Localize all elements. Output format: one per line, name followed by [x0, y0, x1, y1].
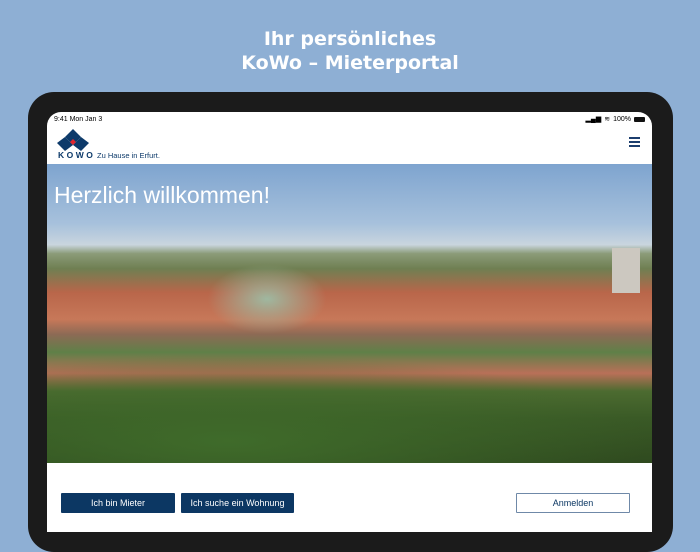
- signal-icon: ▂▄▆: [585, 116, 602, 123]
- login-button[interactable]: Anmelden: [516, 493, 630, 513]
- hamburger-icon[interactable]: [629, 137, 640, 149]
- wifi-icon: ≋: [604, 116, 611, 123]
- battery-text: 100%: [613, 115, 631, 123]
- hero-image: Herzlich willkommen!: [47, 164, 652, 463]
- battery-icon: [634, 116, 645, 122]
- promo-line-1: Ihr persönliches: [263, 28, 437, 50]
- promo-line-2: KoWo – Mieterportal: [241, 52, 459, 74]
- brand-name: KOWO: [58, 150, 96, 160]
- status-date: Mon Jan 3: [69, 115, 103, 123]
- status-time: 9:41: [54, 115, 68, 123]
- search-apartment-button[interactable]: Ich suche ein Wohnung: [181, 493, 294, 513]
- hero-title: Herzlich willkommen!: [54, 182, 270, 208]
- app-header: KOWO Zu Hause in Erfurt.: [47, 126, 652, 165]
- app-screen: 9:41 Mon Jan 3 ▂▄▆ ≋ 100% KOWO Zu Hause in…: [47, 112, 652, 532]
- status-bar: 9:41 Mon Jan 3 ▂▄▆ ≋ 100%: [47, 112, 652, 126]
- brand-tagline: Zu Hause in Erfurt.: [97, 151, 160, 160]
- kowo-logo-icon[interactable]: [57, 129, 93, 151]
- promo-heading: Ihr persönliches KoWo – Mieterportal: [0, 27, 700, 75]
- tenant-button[interactable]: Ich bin Mieter: [61, 493, 175, 513]
- city-tower-shape: [612, 248, 640, 293]
